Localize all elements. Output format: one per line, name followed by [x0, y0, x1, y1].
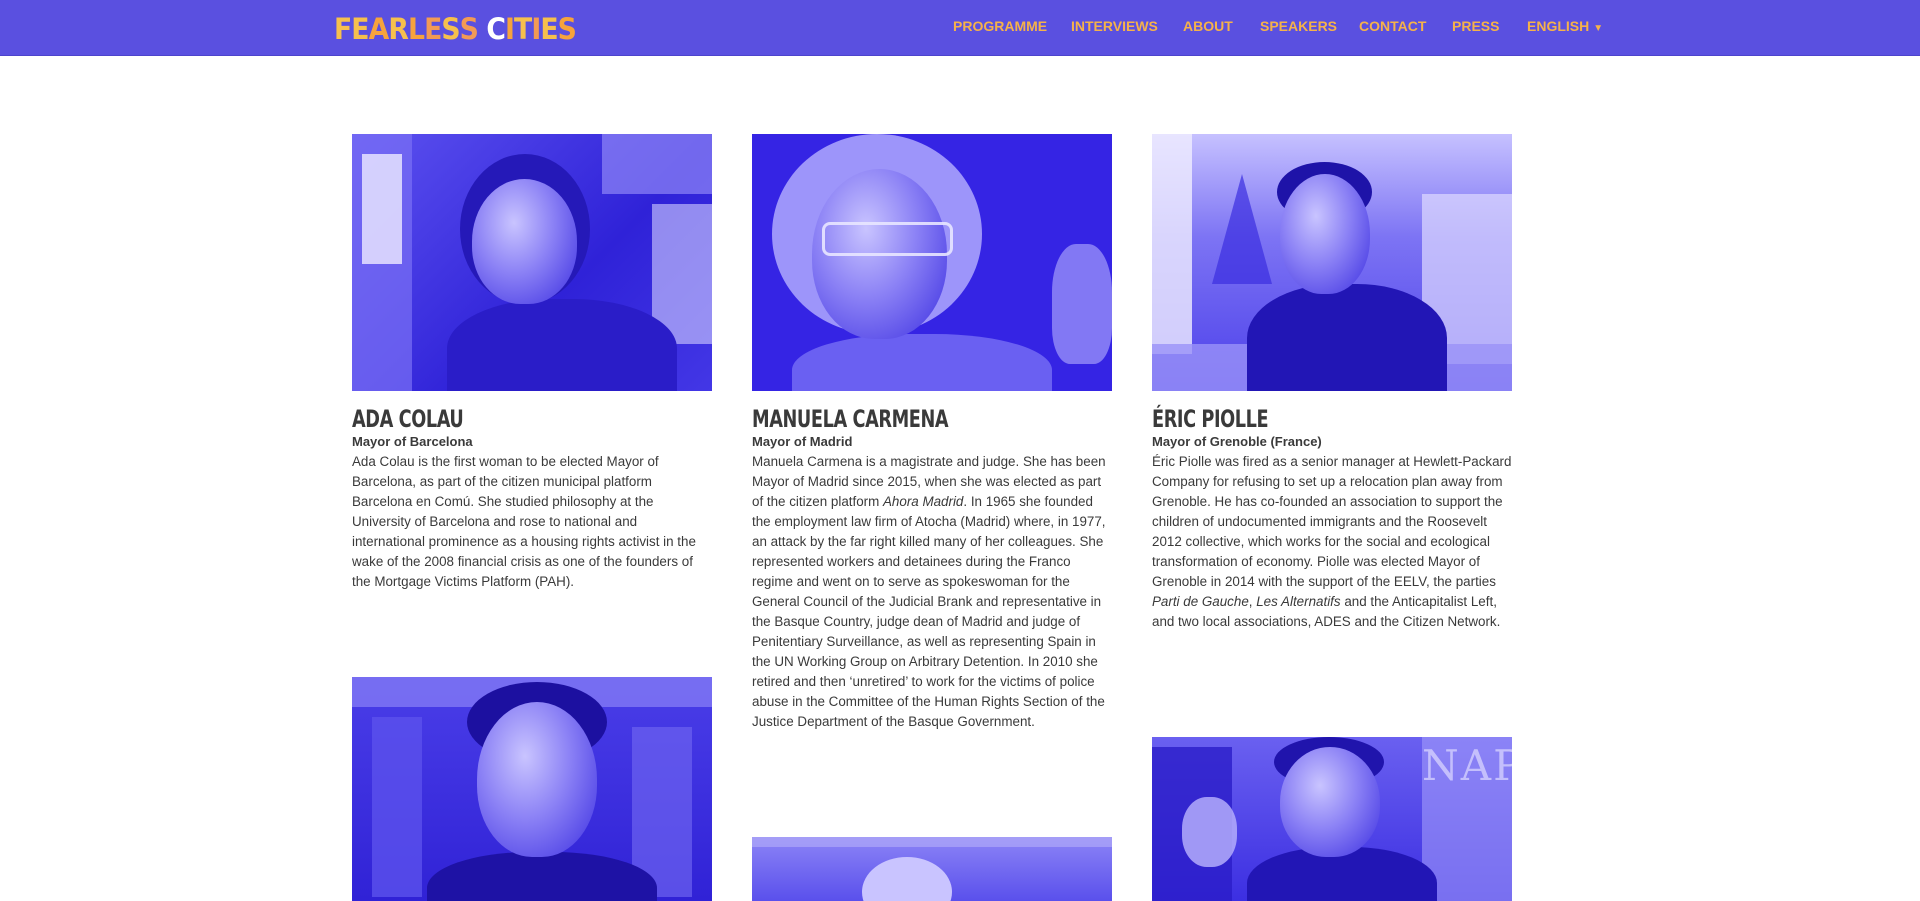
nav-interviews[interactable]: INTERVIEWS — [1071, 18, 1158, 34]
speaker-role: Mayor of Barcelona — [352, 434, 473, 449]
nav-contact[interactable]: CONTACT — [1359, 18, 1426, 34]
speaker-name: MANUELA CARMENA — [752, 405, 949, 433]
language-label: ENGLISH — [1527, 18, 1590, 34]
nav-programme[interactable]: PROGRAMME — [953, 18, 1047, 34]
speaker-name: ADA COLAU — [352, 405, 464, 433]
speaker-photo — [352, 677, 712, 901]
logo-letter: S — [459, 12, 479, 46]
logo-letter: S — [557, 12, 577, 46]
speaker-card: ADA COLAU Mayor of Barcelona Ada Colau i… — [352, 134, 712, 592]
speaker-card: ÉRIC PIOLLE Mayor of Grenoble (France) É… — [1152, 134, 1512, 632]
top-navigation-bar: FEARLESS CITIES PROGRAMME INTERVIEWS ABO… — [0, 0, 1920, 56]
speaker-card: NAP — [1152, 737, 1512, 901]
logo-letter: A — [368, 12, 390, 46]
bio-emphasis: Les Alternatifs — [1256, 594, 1341, 609]
logo-letter: L — [407, 12, 425, 46]
logo-letter — [478, 12, 486, 46]
speaker-role: Mayor of Grenoble (France) — [1152, 434, 1322, 449]
speaker-photo — [752, 134, 1112, 391]
speaker-photo — [1152, 134, 1512, 391]
bio-emphasis: Ahora Madrid — [883, 494, 964, 509]
logo-letter: I — [531, 12, 541, 46]
photo-overlay-text: NAP — [1422, 741, 1512, 790]
nav-press[interactable]: PRESS — [1452, 18, 1499, 34]
logo-letter: E — [540, 12, 558, 46]
nav-language-dropdown[interactable]: ENGLISH ▼ — [1527, 18, 1603, 34]
speaker-photo — [352, 134, 712, 391]
bio-text: Éric Piolle was fired as a senior manage… — [1152, 454, 1512, 589]
logo-letter: I — [505, 12, 515, 46]
speaker-name: ÉRIC PIOLLE — [1152, 405, 1269, 433]
logo-letter: R — [388, 12, 409, 46]
logo-letter: T — [514, 12, 532, 46]
logo-letter: E — [424, 12, 442, 46]
speaker-bio: Ada Colau is the first woman to be elect… — [352, 454, 696, 589]
site-logo[interactable]: FEARLESS CITIES — [334, 12, 577, 46]
speaker-bio: Manuela Carmena is a magistrate and judg… — [752, 452, 1112, 732]
speaker-bio: Éric Piolle was fired as a senior manage… — [1152, 452, 1512, 632]
logo-letter: C — [486, 12, 506, 46]
nav-speakers[interactable]: SPEAKERS — [1260, 18, 1337, 34]
logo-letter: S — [441, 12, 460, 46]
speaker-photo — [752, 837, 1112, 901]
speaker-card — [752, 837, 1112, 901]
chevron-down-icon: ▼ — [1593, 23, 1604, 34]
bio-text: . In 1965 she founded the employment law… — [752, 494, 1106, 729]
speaker-card: MANUELA CARMENA Mayor of Madrid Manuela … — [752, 134, 1112, 732]
nav-about[interactable]: ABOUT — [1183, 18, 1233, 34]
bio-emphasis: Parti de Gauche — [1152, 594, 1249, 609]
logo-letter: E — [351, 12, 369, 46]
speaker-photo: NAP — [1152, 737, 1512, 901]
speaker-role: Mayor of Madrid — [752, 434, 853, 449]
speaker-card — [352, 677, 712, 901]
logo-letter: F — [334, 12, 352, 46]
